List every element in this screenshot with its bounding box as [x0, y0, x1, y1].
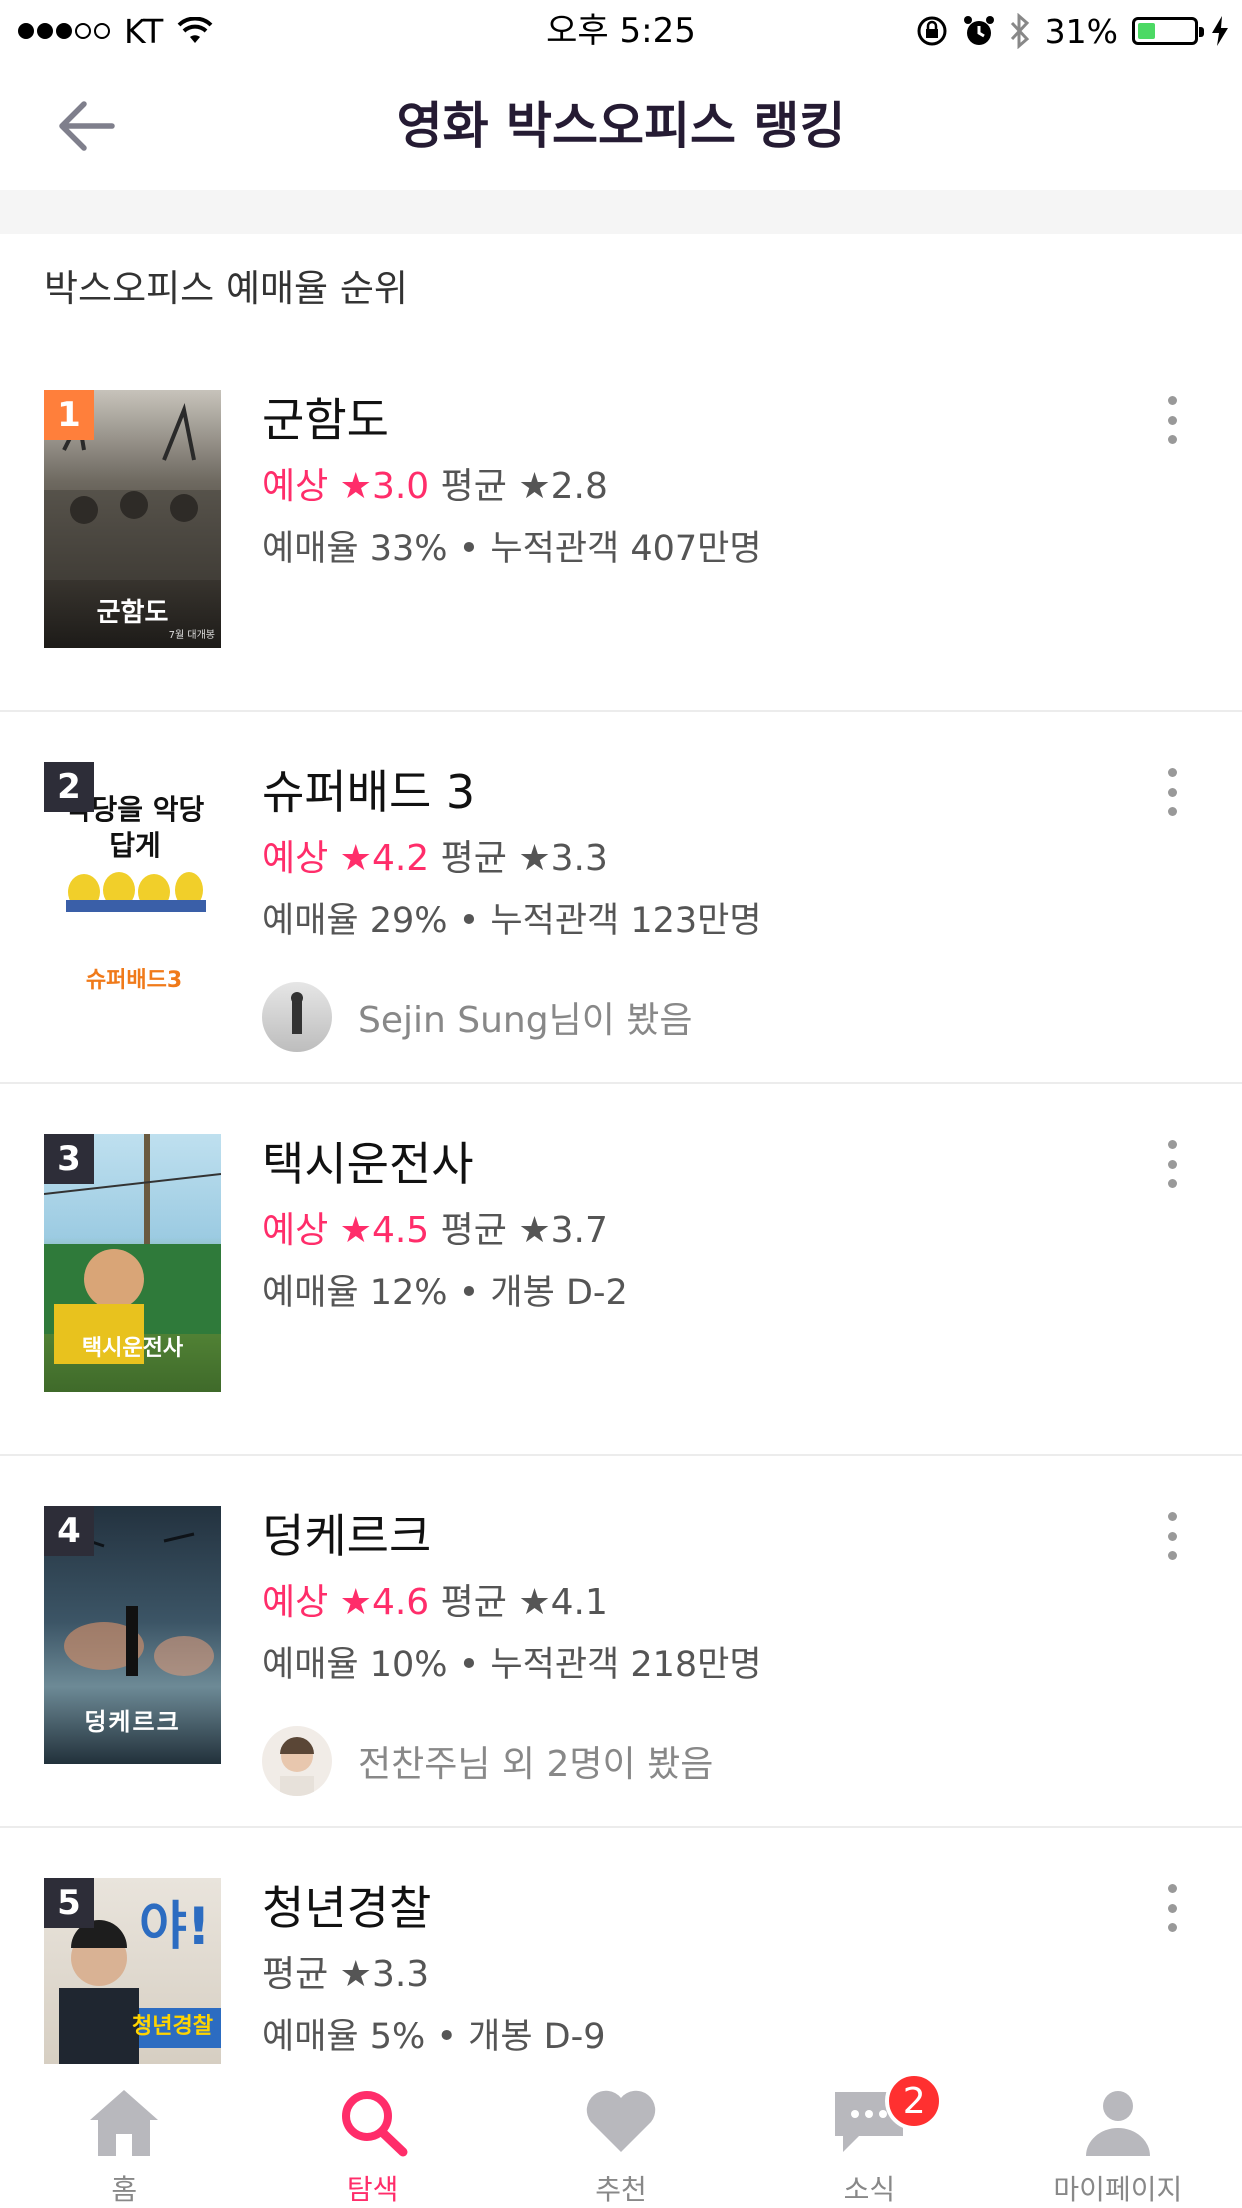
- expected-rating: 예상 ★3.0: [262, 466, 430, 507]
- rank-badge: 4: [44, 1506, 94, 1556]
- poster-title-text: 군함도: [96, 598, 169, 628]
- more-options-button[interactable]: [1152, 1506, 1192, 1566]
- rank-badge: 1: [44, 390, 94, 440]
- average-rating: 평균 ★3.3: [262, 1954, 430, 1995]
- avatar[interactable]: [262, 982, 332, 1052]
- tab-mypage[interactable]: 마이페이지: [994, 2064, 1242, 2208]
- more-options-button[interactable]: [1152, 762, 1192, 822]
- list-item[interactable]: 1 군함도 7월 대개봉 군함도 예상 ★3.0 평균 ★2.8 예매율 33%…: [0, 340, 1242, 712]
- movie-info: 덩케르크 예상 ★4.6 평균 ★4.1 예매율 10% • 누적관객 218만…: [262, 1506, 1142, 1796]
- battery-icon: [1132, 17, 1204, 45]
- more-options-button[interactable]: [1152, 1134, 1192, 1194]
- movie-info: 청년경찰 평균 ★3.3 예매율 5% • 개봉 D-9: [262, 1878, 1142, 2062]
- alarm-icon: [963, 16, 994, 45]
- movie-poster[interactable]: 2 악당을 악당답게 슈퍼배드3: [44, 762, 221, 1020]
- friend-activity-text: Sejin Sung님이 봤음: [358, 1000, 693, 1041]
- tab-label: 탐색: [346, 2173, 399, 2206]
- rating-line: 예상 ★4.2 평균 ★3.3: [262, 834, 1142, 884]
- movie-list: 1 군함도 7월 대개봉 군함도 예상 ★3.0 평균 ★2.8 예매율 33%…: [0, 340, 1242, 2200]
- tab-label: 소식: [843, 2173, 896, 2206]
- tab-label: 홈: [111, 2173, 138, 2206]
- movie-poster[interactable]: 3 택시운전사: [44, 1134, 221, 1392]
- poster-title-text: 덩케르크: [84, 1708, 181, 1736]
- tab-news[interactable]: 2 소식: [745, 2064, 993, 2208]
- movie-title[interactable]: 택시운전사: [262, 1134, 1142, 1194]
- expected-rating: 예상 ★4.6: [262, 1582, 430, 1623]
- expected-rating: 예상 ★4.5: [262, 1210, 430, 1251]
- movie-poster[interactable]: 1 군함도 7월 대개봉: [44, 390, 221, 648]
- more-options-button[interactable]: [1152, 1878, 1192, 1938]
- average-rating: 평균 ★3.3: [440, 838, 608, 879]
- section-title: 박스오피스 예매율 순위: [44, 267, 408, 310]
- poster-title-text: 청년경찰: [132, 2014, 213, 2039]
- battery-fill: [1138, 23, 1155, 39]
- movie-title[interactable]: 덩케르크: [262, 1506, 1142, 1566]
- list-item[interactable]: 4 덩케르크 덩케르크 예상 ★4.6 평균 ★4.1 예매율 10% • 누적…: [0, 1456, 1242, 1828]
- rating-line: 예상 ★3.0 평균 ★2.8: [262, 462, 1142, 512]
- rating-line: 평균 ★3.3: [262, 1950, 1142, 2000]
- friend-activity[interactable]: Sejin Sung님이 봤음: [262, 982, 1142, 1052]
- movie-info: 슈퍼배드 3 예상 ★4.2 평균 ★3.3 예매율 29% • 누적관객 12…: [262, 762, 1142, 1052]
- page-title: 영화 박스오피스 랭킹: [396, 97, 846, 155]
- rank-badge: 5: [44, 1878, 94, 1928]
- movie-stats: 예매율 10% • 누적관객 218만명: [262, 1645, 762, 1685]
- home-icon: [84, 2084, 164, 2160]
- poster-sub-text: 7월 대개봉: [168, 630, 215, 641]
- charging-bolt-icon: [1212, 16, 1228, 46]
- heart-icon: [581, 2084, 661, 2160]
- movie-stats: 예매율 5% • 개봉 D-9: [262, 2017, 606, 2057]
- person-icon: [1078, 2084, 1158, 2160]
- movie-stats: 예매율 12% • 개봉 D-2: [262, 1273, 628, 1313]
- average-rating: 평균 ★3.7: [440, 1210, 608, 1251]
- tab-label: 마이페이지: [1053, 2173, 1183, 2206]
- avatar[interactable]: [262, 1726, 332, 1796]
- movie-title[interactable]: 슈퍼배드 3: [262, 762, 1142, 822]
- movie-poster[interactable]: 4 덩케르크: [44, 1506, 221, 1764]
- list-item[interactable]: 3 택시운전사 택시운전사 예상 ★4.5 평균 ★3.7 예매율 12% • …: [0, 1084, 1242, 1456]
- more-options-button[interactable]: [1152, 390, 1192, 450]
- notification-badge: 2: [885, 2072, 944, 2130]
- poster-title-text: 택시운전사: [81, 1336, 184, 1361]
- list-item[interactable]: 2 악당을 악당답게 슈퍼배드3 슈퍼배드 3 예상 ★4.2 평균 ★3.3 …: [0, 712, 1242, 1084]
- friend-activity-text: 전찬주님 외 2명이 봤음: [358, 1744, 714, 1785]
- average-rating: 평균 ★2.8: [440, 466, 608, 507]
- rating-line: 예상 ★4.6 평균 ★4.1: [262, 1578, 1142, 1628]
- tab-bar: 홈 탐색 추천 2 소식 마이페이지: [0, 2064, 1242, 2208]
- search-icon: [333, 2084, 413, 2160]
- battery-percent: 31%: [1044, 11, 1118, 51]
- tab-recommend[interactable]: 추천: [497, 2064, 745, 2208]
- poster-sub-text: 슈퍼배드3: [85, 968, 183, 993]
- tab-explore[interactable]: 탐색: [248, 2064, 496, 2208]
- poster-sub-text: 야!: [139, 1897, 211, 1957]
- app-header: 영화 박스오피스 랭킹: [0, 62, 1242, 190]
- movie-stats: 예매율 29% • 누적관객 123만명: [262, 901, 762, 941]
- movie-title[interactable]: 군함도: [262, 390, 1142, 450]
- movie-stats: 예매율 33% • 누적관객 407만명: [262, 529, 762, 569]
- orientation-lock-icon: [917, 16, 947, 46]
- rating-line: 예상 ★4.5 평균 ★3.7: [262, 1206, 1142, 1256]
- movie-title[interactable]: 청년경찰: [262, 1878, 1142, 1938]
- rank-badge: 2: [44, 762, 94, 812]
- average-rating: 평균 ★4.1: [440, 1582, 608, 1623]
- status-bar: KT 오후 5:25 31%: [0, 0, 1242, 62]
- header-divider: [0, 190, 1242, 234]
- tab-home[interactable]: 홈: [0, 2064, 248, 2208]
- bluetooth-icon: [1010, 13, 1029, 49]
- tab-label: 추천: [595, 2173, 647, 2206]
- rank-badge: 3: [44, 1134, 94, 1184]
- friend-activity[interactable]: 전찬주님 외 2명이 봤음: [262, 1726, 1142, 1796]
- expected-rating: 예상 ★4.2: [262, 838, 430, 879]
- status-right: 31%: [915, 8, 1228, 54]
- movie-info: 군함도 예상 ★3.0 평균 ★2.8 예매율 33% • 누적관객 407만명: [262, 390, 1142, 574]
- movie-info: 택시운전사 예상 ★4.5 평균 ★3.7 예매율 12% • 개봉 D-2: [262, 1134, 1142, 1318]
